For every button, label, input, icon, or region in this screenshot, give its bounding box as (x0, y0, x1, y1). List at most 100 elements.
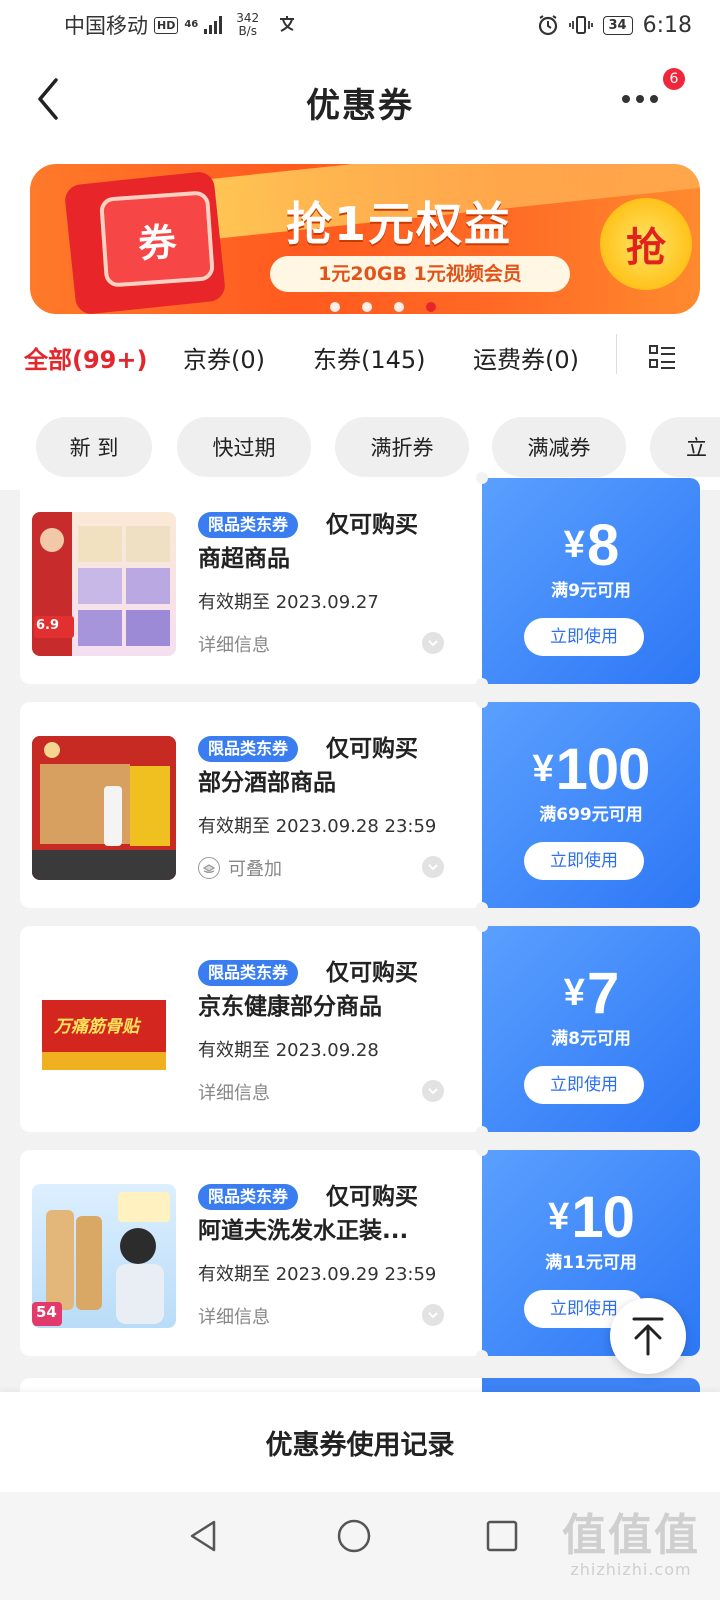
coupon-info: 限品类东券 仅可购买 部分酒部商品 有效期至 2023.09.28 23:59 可… (20, 702, 482, 908)
product-thumbnail: 6.9 (32, 512, 176, 656)
circle-home-icon (337, 1519, 371, 1553)
coupon-card[interactable]: 54 限品类东券 仅可购买 阿道夫洗发水正装... 有效期至 2023.09.29… (20, 1144, 700, 1362)
carousel-dot (330, 302, 340, 312)
amount-value: 8 (586, 513, 619, 578)
tab-shipping-coupon[interactable]: 运费券(0) (473, 340, 579, 375)
nav-recents-button[interactable] (478, 1512, 526, 1560)
use-now-button[interactable]: 立即使用 (524, 1066, 644, 1104)
stackable-label: 可叠加 (198, 855, 282, 881)
nav-home-button[interactable] (330, 1512, 378, 1560)
currency-symbol: ¥ (532, 748, 554, 790)
usage-condition: 满9元可用 (551, 581, 631, 601)
chip-new[interactable]: 新 到 (36, 417, 152, 477)
category-tabs: 全部(99+) 京券(0) 东券(145) 运费券(0) (0, 320, 720, 395)
chip-more[interactable]: 立 (650, 417, 720, 477)
title-bar: 优惠券 6 (0, 50, 720, 150)
nav-back-button[interactable] (180, 1512, 228, 1560)
tab-jing-coupon[interactable]: 京券(0) (183, 340, 265, 375)
watermark-url: zhizhizhi.com (570, 1560, 692, 1579)
coupon-card[interactable]: 万痛筋骨贴 限品类东券 仅可购买 京东健康部分商品 有效期至 2023.09.28… (20, 920, 700, 1138)
grab-button[interactable]: 抢 (600, 198, 692, 290)
details-link[interactable]: 详细信息 (198, 1079, 270, 1105)
product-thumbnail (32, 736, 176, 880)
coupon-value-panel: ¥100 满699元可用 立即使用 (476, 696, 700, 914)
use-now-button[interactable]: 立即使用 (524, 618, 644, 656)
expand-chevron-icon[interactable] (422, 632, 444, 654)
tissue-product-image (32, 512, 170, 656)
coupon-graphic: 券 (98, 190, 216, 288)
alarm-icon (538, 15, 557, 36)
carrier-name: 中国移动 (64, 14, 148, 38)
chip-discount[interactable]: 满折券 (335, 417, 469, 477)
net-speed-value: 342 (236, 11, 260, 25)
product-thumbnail: 54 (32, 1184, 176, 1328)
coupon-title-line1: 仅可购买 (326, 736, 418, 762)
usage-condition: 满699元可用 (539, 805, 643, 825)
coupon-title: 仅可购买 部分酒部商品 (198, 732, 468, 800)
coupon-title-line2: 京东健康部分商品 (198, 994, 382, 1020)
coupon-amount: ¥7 (482, 960, 700, 1027)
usage-record-button[interactable]: 优惠券使用记录 (0, 1392, 720, 1492)
chip-expiring[interactable]: 快过期 (177, 417, 311, 477)
tab-dong-coupon[interactable]: 东券(145) (313, 340, 426, 375)
notification-badge: 6 (663, 68, 685, 90)
more-button[interactable] (622, 84, 672, 114)
coupon-card[interactable]: 限品类东券 仅可购买 部分酒部商品 有效期至 2023.09.28 23:59 可… (20, 696, 700, 914)
expand-chevron-icon[interactable] (422, 1080, 444, 1102)
coupon-value-panel: ¥8 满9元可用 立即使用 (476, 472, 700, 690)
vibrate-icon (568, 16, 593, 34)
banner-subline: 1元20GB 1元视频会员 (270, 256, 570, 292)
usage-condition: 满8元可用 (551, 1029, 631, 1049)
tab-divider (616, 334, 617, 374)
filter-chips: 新 到 快过期 满折券 满减券 立 (0, 395, 720, 490)
price-badge: 54 (36, 1303, 57, 1321)
carousel-dot (394, 302, 404, 312)
coupon-info: 6.9 限品类东券 仅可购买 商超商品 有效期至 2023.09.27 详细信息 (20, 478, 482, 684)
more-dot (650, 95, 658, 103)
page-title: 优惠券 (306, 86, 414, 126)
amount-value: 100 (555, 737, 651, 802)
carousel-dot (362, 302, 372, 312)
product-label: 万痛筋骨贴 (54, 1017, 139, 1037)
arrow-up-icon (632, 1317, 664, 1356)
coupon-expiry: 有效期至 2023.09.28 23:59 (198, 816, 437, 837)
details-link[interactable]: 详细信息 (198, 1303, 270, 1329)
coupon-card[interactable]: 6.9 限品类东券 仅可购买 商超商品 有效期至 2023.09.27 详细信息 … (20, 472, 700, 690)
carousel-dot-active (426, 302, 436, 312)
promo-banner[interactable]: 券 抢1元权益 1元20GB 1元视频会员 抢 (30, 164, 700, 314)
coupon-title-line2: 商超商品 (198, 546, 290, 572)
details-label: 详细信息 (198, 1307, 270, 1328)
coupon-amount: ¥8 (482, 512, 700, 579)
amount-value: 10 (571, 1185, 635, 1250)
coupon-title-line1: 仅可购买 (326, 960, 418, 986)
liquor-product-image (32, 736, 176, 880)
square-recents-icon (486, 1520, 518, 1552)
coupon-expiry: 有效期至 2023.09.29 23:59 (198, 1264, 437, 1285)
coupon-title-line2: 阿道夫洗发水正装... (198, 1218, 409, 1244)
tab-all[interactable]: 全部(99+) (24, 340, 147, 375)
coupon-info: 54 限品类东券 仅可购买 阿道夫洗发水正装... 有效期至 2023.09.29… (20, 1150, 482, 1356)
watermark-logo: 值值值 (562, 1510, 700, 1561)
chip-reduction[interactable]: 满减券 (492, 417, 626, 477)
use-now-button[interactable]: 立即使用 (524, 842, 644, 880)
network-type: 46 (184, 19, 199, 30)
coupon-expiry: 有效期至 2023.09.28 (198, 1040, 379, 1061)
expand-chevron-icon[interactable] (422, 856, 444, 878)
coupon-title: 仅可购买商超商品 (198, 508, 468, 576)
coupon-amount: ¥100 (482, 736, 700, 803)
carousel-dots (330, 302, 436, 312)
coupon-title: 仅可购买京东健康部分商品 (198, 956, 468, 1024)
category-menu-button[interactable] (648, 344, 678, 370)
triangle-back-icon (190, 1520, 216, 1552)
details-label: 详细信息 (198, 635, 270, 656)
translate-icon (280, 16, 295, 32)
details-link[interactable]: 详细信息 (198, 631, 270, 657)
expand-chevron-icon[interactable] (422, 1304, 444, 1326)
coupon-title: 仅可购买 阿道夫洗发水正装... (198, 1180, 468, 1248)
currency-symbol: ¥ (548, 1196, 570, 1238)
banner-headline: 抢1元权益 (286, 197, 513, 251)
currency-symbol: ¥ (563, 524, 585, 566)
coupon-title-line1: 仅可购买 (326, 512, 418, 538)
more-dots-icon (622, 95, 630, 103)
back-to-top-button[interactable] (610, 1298, 686, 1374)
